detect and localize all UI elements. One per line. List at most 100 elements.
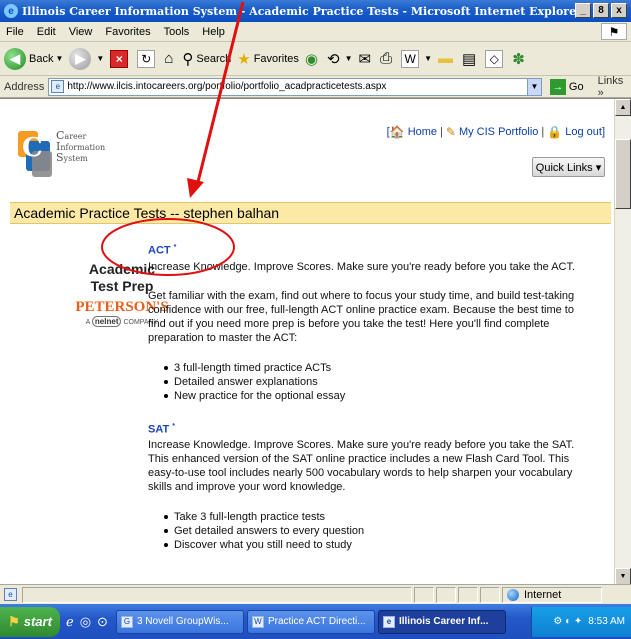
list-item: Take 3 full-length practice tests (164, 510, 588, 524)
history-button[interactable]: ⟲ ▼ (327, 50, 353, 68)
separator: | (440, 126, 443, 138)
minimize-button[interactable]: _ (575, 3, 591, 18)
go-arrow-icon: → (549, 78, 566, 95)
sat-description: Increase Knowledge. Improve Scores. Make… (148, 439, 575, 494)
cis-logo-mark-icon: C (18, 131, 58, 179)
window-title: Illinois Career Information System - Aca… (22, 4, 582, 18)
refresh-button[interactable]: ↻ (137, 49, 158, 68)
list-item: Detailed answer explanations (164, 375, 588, 389)
folder-icon: ▬ (438, 50, 454, 67)
home-link[interactable]: Home (408, 126, 437, 138)
messenger-button[interactable]: ◇ (485, 49, 506, 68)
close-button[interactable]: x (611, 3, 627, 18)
media-button[interactable]: ◉ (305, 50, 321, 68)
favorites-star-icon: ★ (237, 50, 251, 68)
act-bullets: 3 full-length timed practice ACTs Detail… (164, 361, 588, 403)
print-icon: ⎙ (380, 50, 393, 67)
back-button[interactable]: ◀ Back ▼ (4, 47, 63, 70)
status-cell (414, 586, 434, 603)
task-word[interactable]: W Practice ACT Directi... (246, 609, 375, 634)
favorites-button[interactable]: ★ Favorites (237, 50, 299, 68)
desktop-quicklaunch-icon[interactable]: ◎ (80, 614, 91, 630)
forward-button[interactable]: ▶ ▼ (69, 47, 104, 70)
clock: 8:53 AM (588, 616, 625, 627)
scroll-thumb[interactable] (615, 139, 631, 209)
media-quicklaunch-icon[interactable]: ⊙ (97, 614, 108, 630)
taskbar: ⚑ start ℯ ◎ ⊙ G 3 Novell GroupWis... W P… (0, 604, 631, 639)
top-links: [ 🏠 Home | ✎ My CIS Portfolio | 🔒 Log ou… (387, 125, 605, 139)
start-button[interactable]: ⚑ start (0, 606, 60, 637)
task-groupwise[interactable]: G 3 Novell GroupWis... (115, 609, 244, 634)
print-button[interactable]: ⎙ (380, 50, 395, 67)
groupwise-icon: G (120, 615, 133, 628)
maximize-button[interactable]: 8 (593, 3, 609, 18)
menu-favorites[interactable]: Favorites (105, 26, 150, 38)
msn-button[interactable]: ✽ (512, 50, 528, 68)
menu-edit[interactable]: Edit (37, 26, 56, 38)
list-item: New practice for the optional essay (164, 389, 588, 403)
back-label: Back (29, 52, 54, 65)
go-label: Go (568, 80, 584, 93)
main-content: ACT * Increase Knowledge. Improve Scores… (148, 241, 588, 552)
list-item: 3 full-length timed practice ACTs (164, 361, 588, 375)
status-bar: e Internet (0, 584, 631, 604)
act-link[interactable]: ACT * (148, 241, 588, 258)
quick-links-dropdown[interactable]: Quick Links ▾ (532, 157, 605, 177)
menu-tools[interactable]: Tools (164, 26, 190, 38)
cis-logo[interactable]: C Career Information System (18, 125, 128, 185)
logout-lock-icon: 🔒 (547, 125, 563, 139)
window-controls: _ 8 x (575, 3, 627, 18)
go-button[interactable]: → Go (549, 78, 584, 95)
ie-icon: e (4, 4, 18, 18)
windows-flag-icon: ⚑ (8, 613, 20, 629)
address-bar: Address e http://www.ilcis.intocareers.o… (0, 75, 631, 99)
globe-icon (507, 588, 519, 601)
task-ie[interactable]: e Illinois Career Inf... (377, 609, 506, 634)
status-cell (436, 586, 456, 603)
history-dropdown-icon[interactable]: ▼ (345, 54, 353, 63)
address-label: Address (4, 80, 45, 93)
address-dropdown-icon[interactable]: ▼ (526, 78, 541, 95)
tray-icons[interactable]: ⚙ ◐ ✦ (553, 616, 582, 627)
ie-quicklaunch-icon[interactable]: ℯ (66, 614, 74, 630)
status-cell (458, 586, 478, 603)
logout-link[interactable]: Log out (565, 126, 602, 138)
back-dropdown-icon[interactable]: ▼ (55, 54, 63, 63)
portfolio-link[interactable]: My CIS Portfolio (459, 126, 538, 138)
research-button[interactable]: ▤ (462, 50, 479, 68)
page-title: Academic Practice Tests -- stephen balha… (10, 202, 611, 224)
links-button[interactable]: Links » (598, 75, 631, 99)
menu-view[interactable]: View (69, 26, 93, 38)
menu-file[interactable]: File (6, 26, 24, 38)
page-status-icon: e (4, 588, 17, 601)
sat-section: SAT * Increase Knowledge. Improve Scores… (148, 420, 588, 553)
sat-bullets: Take 3 full-length practice tests Get de… (164, 510, 588, 552)
scroll-up-icon[interactable]: ▲ (615, 99, 631, 116)
toolbar: ◀ Back ▼ ▶ ▼ × ↻ ⌂ ⚲ Search ★ Favorites … (0, 42, 631, 76)
search-button[interactable]: ⚲ Search (182, 50, 231, 68)
mail-button[interactable]: ✉ (359, 50, 375, 68)
home-icon: ⌂ (164, 50, 174, 67)
status-text-cell (22, 586, 412, 603)
home-button[interactable]: ⌂ (164, 50, 176, 67)
windows-logo-icon: ⚑ (601, 23, 627, 40)
address-url: http://www.ilcis.intocareers.org/portfol… (67, 81, 387, 92)
menu-bar: File Edit View Favorites Tools Help ⚑ (0, 22, 631, 42)
vertical-scrollbar[interactable]: ▲ ▼ (614, 99, 631, 584)
menu-help[interactable]: Help (202, 26, 225, 38)
ie-task-icon: e (382, 615, 395, 628)
forward-dropdown-icon[interactable]: ▼ (96, 54, 104, 63)
edit-button[interactable]: W ▼ (401, 49, 432, 68)
folder-button[interactable]: ▬ (438, 50, 456, 67)
search-label: Search (196, 52, 232, 65)
word-icon: W (251, 615, 264, 628)
refresh-icon: ↻ (137, 49, 156, 68)
address-input[interactable]: e http://www.ilcis.intocareers.org/portf… (48, 77, 542, 96)
stop-button[interactable]: × (110, 49, 131, 68)
system-tray: ⚙ ◐ ✦ 8:53 AM (531, 606, 631, 637)
edit-dropdown-icon[interactable]: ▼ (424, 54, 432, 63)
sat-link[interactable]: SAT * (148, 420, 588, 437)
act-intro: Increase Knowledge. Improve Scores. Make… (148, 260, 576, 273)
mail-icon: ✉ (358, 50, 372, 68)
scroll-down-icon[interactable]: ▼ (615, 568, 631, 584)
